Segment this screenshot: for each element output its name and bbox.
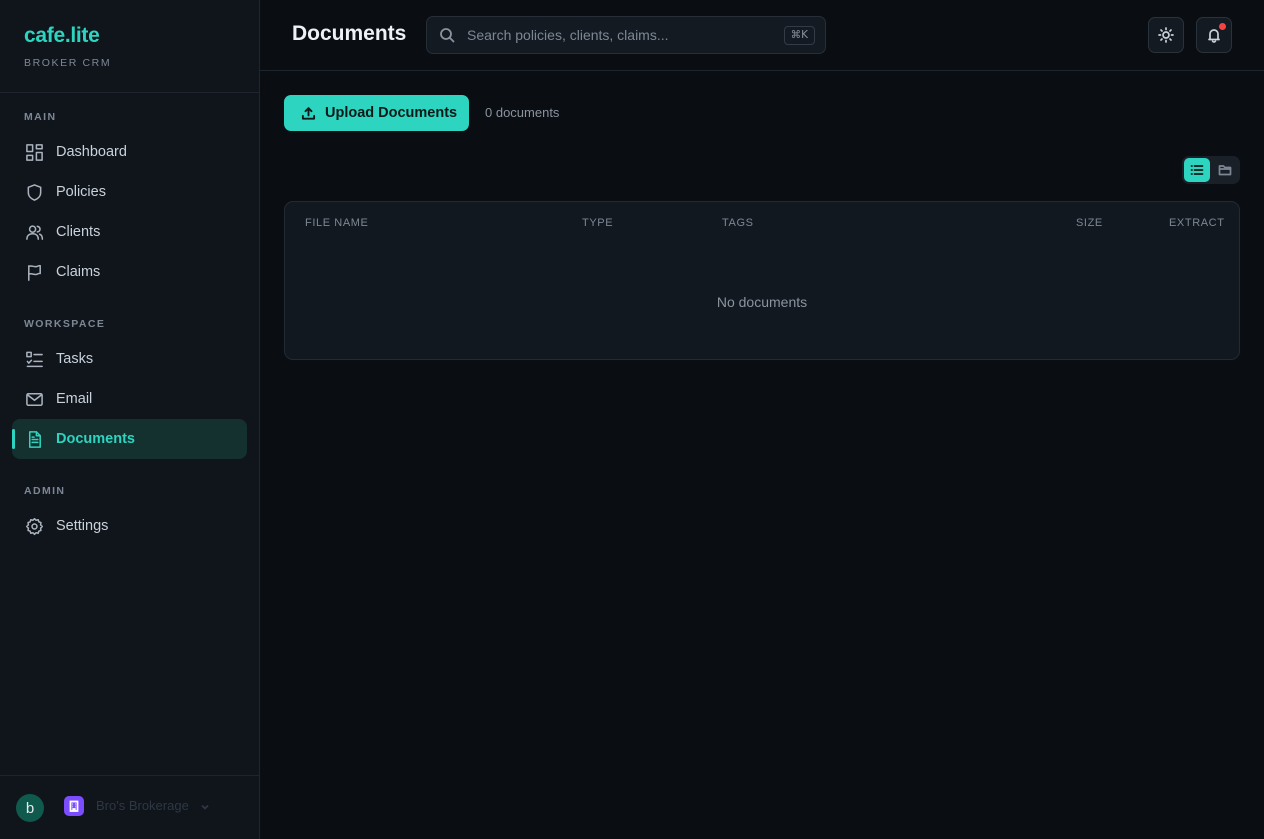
page-title: Documents: [292, 22, 407, 45]
brand-name: cafe.lite: [24, 24, 100, 47]
brand-subtitle: BROKER CRM: [24, 57, 112, 69]
documents-table: FILE NAME TYPE TAGS SIZE EXTRACT No docu…: [284, 201, 1240, 360]
sidebar-item-tasks[interactable]: Tasks: [12, 339, 247, 379]
upload-documents-label: Upload Documents: [325, 105, 458, 121]
sun-icon: [1158, 27, 1174, 43]
sidebar-item-policies[interactable]: Policies: [12, 172, 247, 212]
sidebar: cafe.lite BROKER CRM MAIN Dashboard Poli…: [0, 0, 260, 839]
search-box[interactable]: ⌘K: [426, 16, 826, 54]
chevron-down-icon[interactable]: [199, 800, 211, 812]
sidebar-item-dashboard[interactable]: Dashboard: [12, 132, 247, 172]
upload-documents-button[interactable]: Upload Documents: [284, 95, 469, 131]
view-toggle: [1182, 156, 1240, 184]
list-icon: [1190, 165, 1204, 175]
search-shortcut-badge: ⌘K: [783, 26, 815, 45]
search-icon: [439, 27, 455, 43]
flag-icon: [24, 262, 44, 282]
gear-icon: [24, 516, 44, 536]
sidebar-item-label: Dashboard: [56, 144, 127, 160]
sidebar-item-label: Email: [56, 391, 93, 407]
sidebar-item-label: Documents: [56, 431, 135, 447]
building-icon: [64, 796, 84, 816]
sidebar-item-label: Tasks: [56, 351, 94, 367]
org-switcher-name[interactable]: Bro's Brokerage: [96, 798, 189, 813]
sidebar-item-label: Settings: [56, 518, 109, 534]
empty-state-message: No documents: [716, 294, 808, 310]
folder-icon: [1218, 165, 1232, 176]
notification-dot: [1219, 23, 1226, 30]
column-header-file-name[interactable]: FILE NAME: [305, 217, 368, 229]
list-view-button[interactable]: [1184, 158, 1210, 182]
sidebar-item-settings[interactable]: Settings: [12, 506, 247, 546]
theme-toggle-button[interactable]: [1148, 17, 1184, 53]
mail-icon: [24, 389, 44, 409]
users-icon: [24, 222, 44, 242]
sidebar-item-documents[interactable]: Documents: [12, 419, 247, 459]
section-label-main: MAIN: [24, 111, 57, 123]
search-input[interactable]: [467, 25, 767, 45]
column-header-tags[interactable]: TAGS: [722, 217, 754, 229]
upload-icon: [301, 106, 316, 120]
column-header-size[interactable]: SIZE: [1076, 217, 1103, 229]
checklist-icon: [24, 349, 44, 369]
sidebar-item-label: Policies: [56, 184, 106, 200]
folder-view-button[interactable]: [1212, 158, 1238, 182]
sidebar-item-label: Claims: [56, 264, 101, 280]
grid-icon: [24, 142, 44, 162]
section-label-admin: ADMIN: [24, 485, 66, 497]
document-count: 0 documents: [485, 105, 560, 120]
sidebar-item-clients[interactable]: Clients: [12, 212, 247, 252]
shield-icon: [24, 182, 44, 202]
avatar[interactable]: b: [16, 794, 44, 822]
section-label-workspace: WORKSPACE: [24, 318, 106, 330]
file-text-icon: [24, 429, 44, 449]
notifications-button[interactable]: [1196, 17, 1232, 53]
column-header-type[interactable]: TYPE: [582, 217, 613, 229]
sidebar-item-claims[interactable]: Claims: [12, 252, 247, 292]
column-header-extract[interactable]: EXTRACT: [1169, 217, 1225, 229]
sidebar-divider: [0, 92, 259, 93]
brand[interactable]: cafe.lite BROKER CRM: [24, 24, 111, 69]
sidebar-item-label: Clients: [56, 224, 101, 240]
sidebar-footer-divider: [0, 775, 259, 776]
topbar: Documents ⌘K: [260, 0, 1264, 71]
sidebar-item-email[interactable]: Email: [12, 379, 247, 419]
